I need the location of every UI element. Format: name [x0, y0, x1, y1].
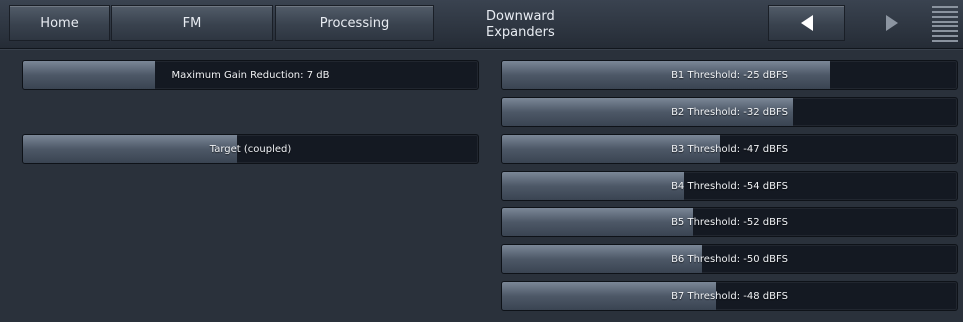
main-panel: Maximum Gain Reduction: 7 dB Target (cou… [0, 49, 963, 322]
control-label: B7 Threshold: -48 dBFS [671, 290, 788, 302]
previous-page-button[interactable] [768, 5, 845, 41]
control-label: B1 Threshold: -25 dBFS [671, 69, 788, 81]
triangle-left-icon [800, 15, 813, 31]
control-label: B2 Threshold: -32 dBFS [671, 106, 788, 118]
b7-threshold-control[interactable]: B7 Threshold: -48 dBFS [501, 281, 958, 311]
control-label: B6 Threshold: -50 dBFS [671, 253, 788, 265]
control-label: B3 Threshold: -47 dBFS [671, 143, 788, 155]
b4-threshold-control[interactable]: B4 Threshold: -54 dBFS [501, 171, 958, 201]
fm-button[interactable]: FM [111, 5, 273, 41]
control-label: B4 Threshold: -54 dBFS [671, 180, 788, 192]
target-control[interactable]: Target (coupled) [22, 134, 479, 164]
control-label: Target (coupled) [209, 143, 292, 155]
b6-threshold-control[interactable]: B6 Threshold: -50 dBFS [501, 244, 958, 274]
control-label: Maximum Gain Reduction: 7 dB [171, 69, 330, 81]
control-label: B5 Threshold: -52 dBFS [671, 216, 788, 228]
processing-button[interactable]: Processing [275, 5, 434, 41]
home-button[interactable]: Home [9, 5, 110, 41]
b3-threshold-control[interactable]: B3 Threshold: -47 dBFS [501, 134, 958, 164]
page-title-line1: Downward [486, 9, 555, 24]
page-title: Downward Expanders [486, 9, 555, 41]
top-navigation-bar: Home FM Processing Downward Expanders [0, 0, 963, 49]
hamburger-menu-icon[interactable] [932, 6, 958, 42]
b2-threshold-control[interactable]: B2 Threshold: -32 dBFS [501, 97, 958, 127]
next-page-button[interactable] [853, 5, 930, 41]
page-title-line2: Expanders [486, 25, 555, 40]
triangle-right-icon [885, 15, 898, 31]
b5-threshold-control[interactable]: B5 Threshold: -52 dBFS [501, 207, 958, 237]
b1-threshold-control[interactable]: B1 Threshold: -25 dBFS [501, 60, 958, 90]
max-gain-reduction-control[interactable]: Maximum Gain Reduction: 7 dB [22, 60, 479, 90]
